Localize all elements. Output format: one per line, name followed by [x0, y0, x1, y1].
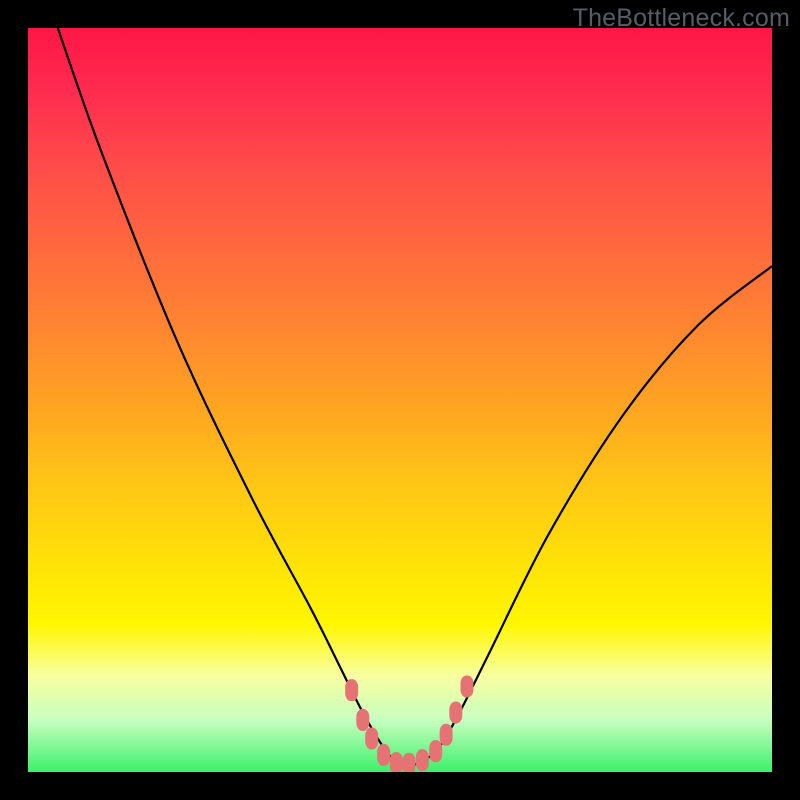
plot-background	[28, 28, 772, 772]
chart-frame: TheBottleneck.com	[0, 0, 800, 800]
